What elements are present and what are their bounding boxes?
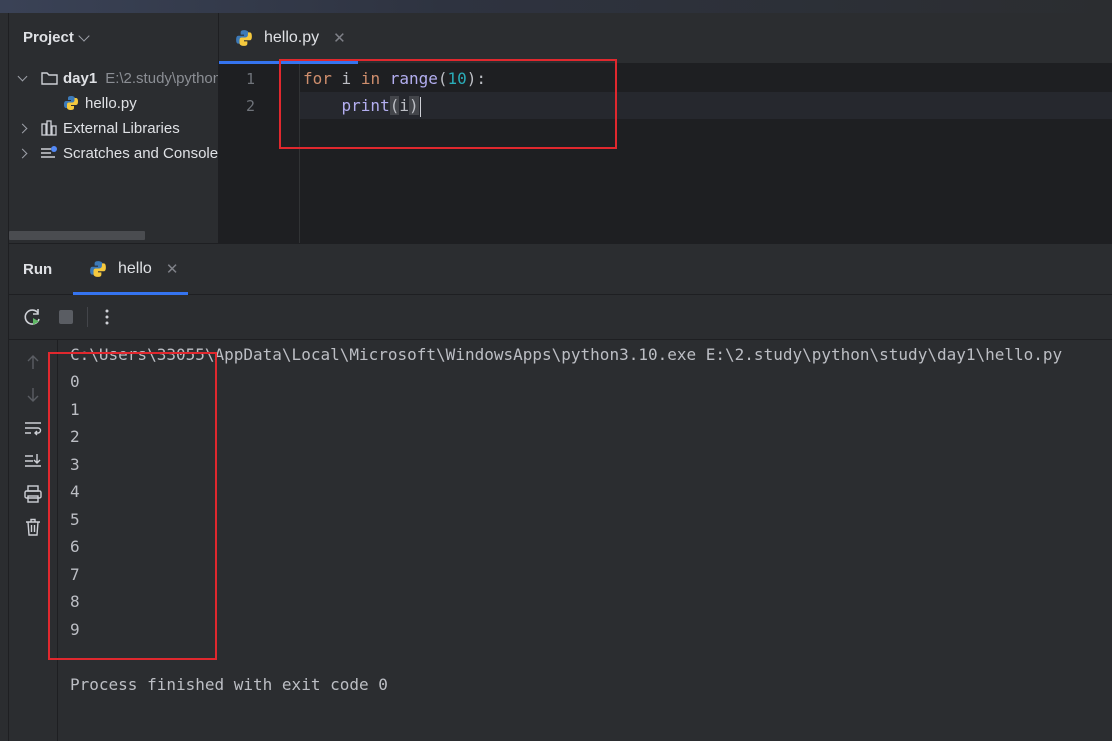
line-number: 1: [245, 70, 255, 88]
soft-wrap-icon[interactable]: [22, 417, 44, 439]
close-icon[interactable]: ✕: [166, 260, 179, 278]
project-header[interactable]: Project: [23, 29, 90, 46]
scroll-to-end-icon[interactable]: [22, 450, 44, 472]
tree-label: External Libraries: [63, 119, 180, 137]
project-title: Project: [23, 29, 74, 46]
file-name: hello.py: [85, 94, 137, 112]
python-file-icon: [235, 29, 253, 47]
editor-tab-bar: hello.py ✕: [219, 13, 1112, 64]
python-file-icon: [89, 260, 107, 278]
close-icon[interactable]: ✕: [333, 29, 346, 47]
tab-label: hello.py: [264, 29, 320, 46]
scratches-icon: [40, 144, 58, 162]
folder-path: E:\2.study\python: [105, 69, 218, 87]
expand-arrow-icon[interactable]: [17, 148, 28, 158]
python-file-icon: [62, 94, 80, 112]
expand-arrow-icon[interactable]: [17, 71, 28, 81]
library-icon: [40, 119, 58, 137]
tree-label: Scratches and Consoles: [63, 144, 218, 162]
annotation-box-code: [279, 59, 617, 149]
stop-icon[interactable]: [55, 306, 77, 328]
line-number: 2: [245, 97, 255, 115]
rerun-icon[interactable]: [22, 306, 44, 328]
tab-run-hello[interactable]: hello ✕: [73, 244, 188, 294]
run-toolbar: [9, 295, 1112, 340]
expand-arrow-icon[interactable]: [17, 123, 28, 133]
annotation-box-output: [48, 352, 217, 660]
trash-icon[interactable]: [22, 516, 44, 538]
horizontal-scrollbar[interactable]: [9, 231, 145, 240]
exit-message: Process finished with exit code 0: [70, 675, 388, 694]
run-tool-window-header: Run hello ✕: [9, 244, 1112, 295]
tree-item-external-libraries[interactable]: External Libraries: [17, 116, 180, 140]
print-icon[interactable]: [22, 483, 44, 505]
tree-item-scratches[interactable]: Scratches and Consoles: [17, 141, 218, 165]
window-title-bar: [0, 0, 1112, 13]
folder-icon: [40, 69, 58, 87]
arrow-up-icon[interactable]: [22, 351, 44, 373]
arrow-down-icon[interactable]: [22, 384, 44, 406]
tree-item-day1[interactable]: day1 E:\2.study\python: [17, 66, 218, 90]
run-title: Run: [23, 261, 53, 278]
tab-label: hello: [118, 260, 152, 277]
project-panel: Project day1 E:\2.study\python hello.py …: [9, 13, 218, 243]
chevron-down-icon: [78, 29, 90, 42]
left-tool-strip: [0, 13, 9, 741]
more-options-icon[interactable]: [96, 306, 118, 328]
tab-hello-py[interactable]: hello.py ✕: [219, 13, 358, 63]
tree-item-hello-py[interactable]: hello.py: [62, 91, 137, 115]
run-command: C:\Users\33055\AppData\Local\Microsoft\W…: [70, 345, 1063, 364]
toolbar-separator: [87, 307, 88, 327]
folder-name: day1: [63, 69, 98, 87]
